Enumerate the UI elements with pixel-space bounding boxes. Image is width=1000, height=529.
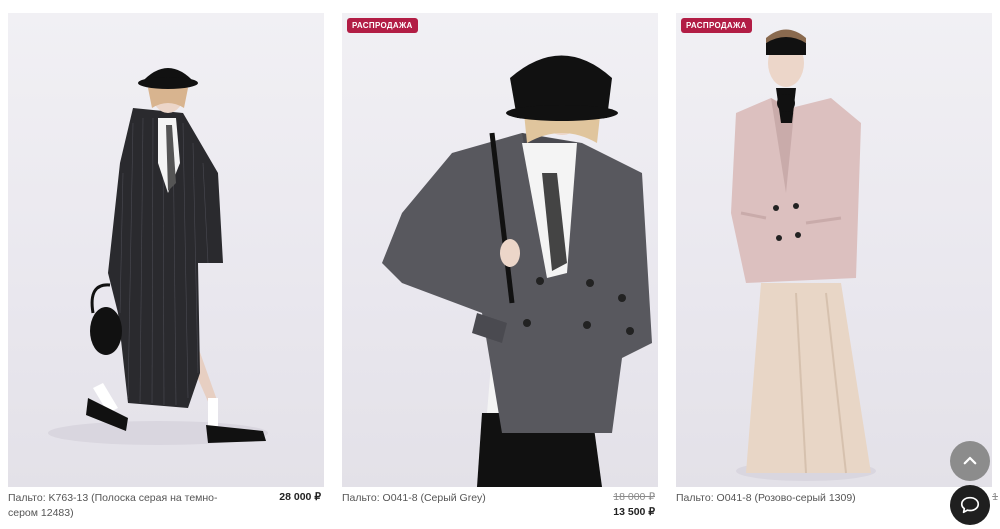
sale-badge: РАСПРОДАЖА (347, 18, 418, 33)
chat-button[interactable] (950, 485, 990, 525)
product-photo[interactable]: РАСПРОДАЖА (342, 13, 658, 487)
model-photo-coat-grey (382, 55, 652, 487)
model-photo-coat-pinstripe (48, 68, 268, 445)
sale-badge: РАСПРОДАЖА (681, 18, 752, 33)
product-card[interactable]: Пальто: K763-13 (Полоска серая на темно-… (8, 13, 324, 519)
product-old-price: 18 000 ₽ (613, 491, 655, 503)
scroll-to-top-button[interactable] (950, 441, 990, 481)
chevron-up-icon (963, 456, 977, 465)
product-title[interactable]: Пальто: K763-13 (Полоска серая на темно-… (8, 491, 223, 521)
product-old-price: 1 (992, 491, 998, 503)
product-card[interactable]: РАСПРОДАЖА Пальто: O041-8 (Розово-серый … (676, 13, 998, 504)
model-photo-coat-pink (731, 29, 876, 481)
product-title[interactable]: Пальто: O041-8 (Розово-серый 1309) (676, 491, 891, 506)
product-title[interactable]: Пальто: O041-8 (Серый Grey) (342, 491, 557, 506)
product-card[interactable]: РАСПРОДАЖА Пальто: O041-8 (Серый Grey) 1… (342, 13, 658, 518)
product-price: 28 000 ₽ (279, 491, 321, 503)
product-photo[interactable]: РАСПРОДАЖА (676, 13, 992, 487)
product-photo[interactable] (8, 13, 324, 487)
chat-bubble-icon (960, 496, 980, 514)
product-new-price: 13 500 ₽ (613, 506, 655, 518)
